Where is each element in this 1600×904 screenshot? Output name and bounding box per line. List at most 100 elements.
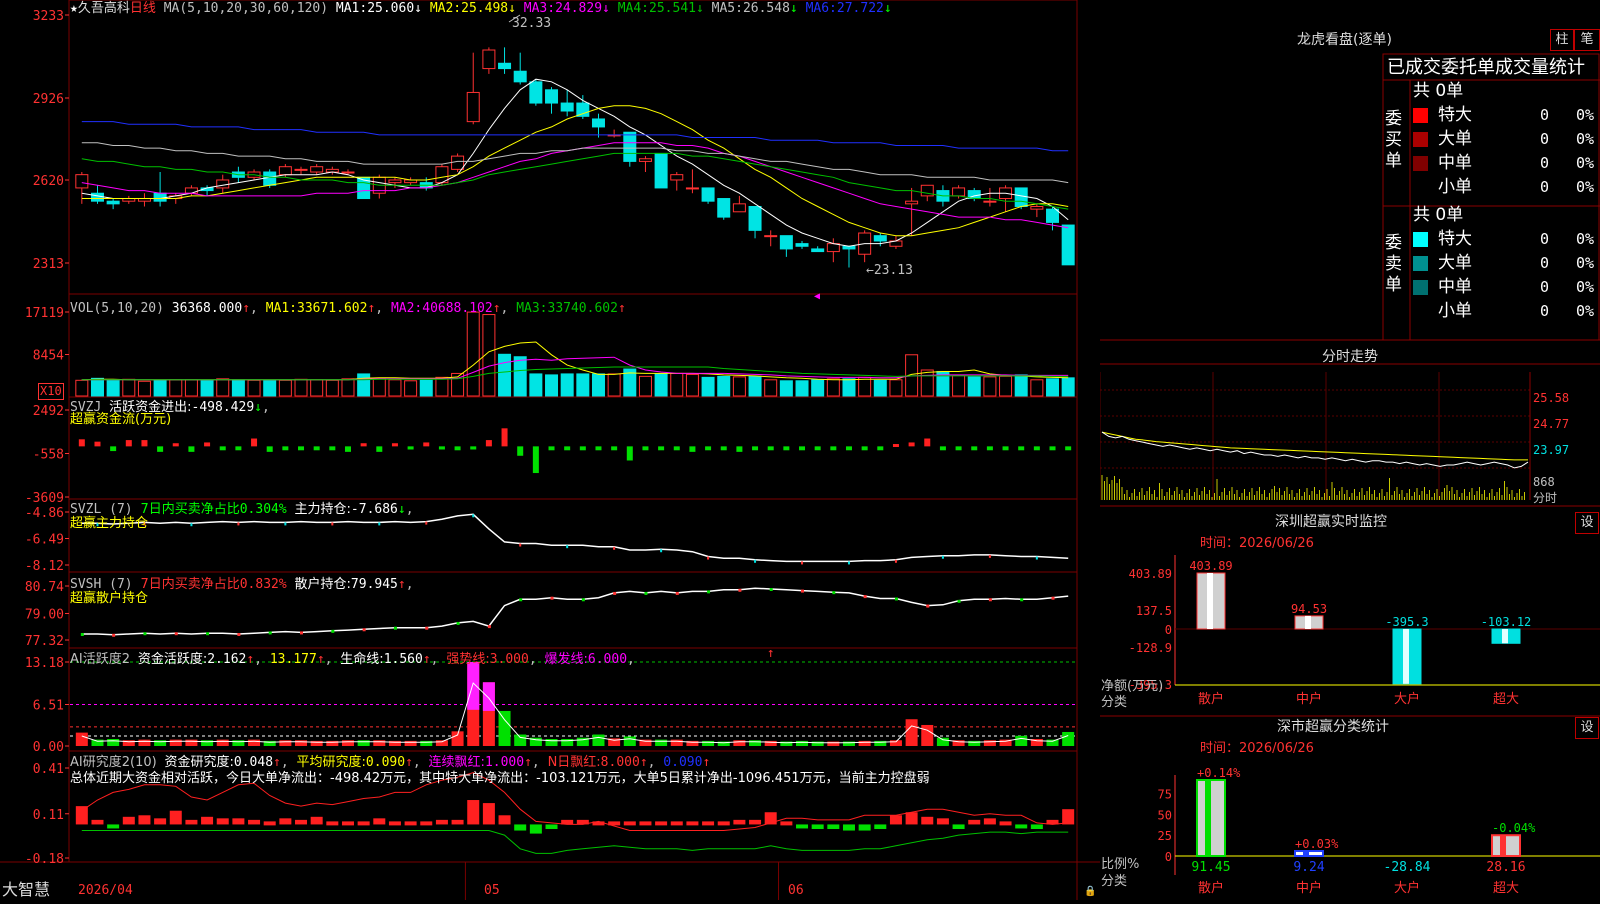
volume-bar — [294, 378, 308, 397]
svzl-tick — [284, 522, 287, 526]
candle-up — [638, 158, 652, 162]
ai2-label2: 平均研究度: — [296, 755, 366, 770]
svzj-outflow-bar — [470, 446, 477, 450]
period-label[interactable]: 日线 — [130, 1, 156, 16]
svzj-outflow-bar — [611, 446, 618, 451]
ai1-activity-bar — [905, 719, 918, 746]
candle-down — [263, 171, 277, 186]
ma-header: MA(5,10,20,30,60,120) — [163, 1, 329, 16]
ai2-green-bar — [1030, 824, 1043, 830]
ai2-red-bar — [889, 815, 902, 825]
buy-row-name-1: 大单 — [1438, 129, 1472, 149]
sell-row-num-0: 0 — [1540, 230, 1550, 248]
ai1-activity-bar — [279, 740, 292, 746]
ai2-red-bar — [295, 819, 308, 825]
svsh-tick — [112, 633, 116, 637]
ai1-activity-bar — [216, 739, 229, 746]
candle-down — [1061, 224, 1075, 266]
ai2-red-bar — [733, 819, 746, 825]
svsh-tick — [331, 629, 335, 633]
sell-row-num-3: 0 — [1540, 302, 1550, 320]
buy-row-pct-1: 0% — [1576, 130, 1595, 148]
tick-view-button[interactable]: 笔 — [1574, 29, 1600, 51]
svzj-outflow-bar — [752, 446, 759, 451]
svzj-outflow-bar — [454, 446, 461, 451]
buy-row-num-2: 0 — [1540, 154, 1550, 172]
ai1-activity-bar — [623, 736, 636, 746]
volume-bar — [310, 379, 324, 397]
volume-bar — [200, 380, 214, 397]
svzj-inflow-bar — [94, 441, 101, 447]
svzj-outflow-bar — [157, 446, 164, 452]
ai2-red-bar — [717, 821, 730, 826]
svzj-outflow-bar — [830, 446, 837, 451]
ai1-tick-0: 13.18 — [25, 656, 64, 671]
szcls-category-1: 中户 — [1296, 880, 1322, 896]
svsh-tick — [393, 626, 397, 630]
candle-up — [451, 155, 465, 170]
svsh-label: 7日内买卖净占比 — [140, 577, 240, 592]
svsh-tick-0: 80.74 — [25, 580, 64, 595]
szcls-value-label-0: 91.45 — [1191, 860, 1230, 875]
svzj-inflow-bar — [423, 442, 430, 447]
candle-up — [905, 200, 919, 205]
svzj-inflow-bar — [485, 440, 492, 447]
svsh-header: SVSH (7) 7日内买卖净占比0.832% 散户持仓:79.945↑, — [70, 577, 414, 592]
ma5-value: 26.548 — [742, 1, 790, 16]
svzj-outflow-bar — [658, 446, 665, 451]
svsh-tick — [456, 621, 460, 625]
candle-down — [795, 243, 809, 247]
svsh-tick — [1051, 596, 1055, 600]
svzl-tick — [847, 561, 850, 565]
volume-bar — [983, 376, 997, 397]
svzj-outflow-bar — [1018, 446, 1025, 451]
svzj-outflow-bar — [548, 446, 555, 451]
szrt-settings-button[interactable]: 设 — [1575, 512, 1599, 534]
buy-row-name-0: 特大 — [1438, 105, 1472, 125]
svzl-tick — [566, 545, 569, 549]
ai1-activity-bar — [514, 734, 527, 746]
vol-unit-button[interactable]: X10 — [38, 383, 64, 400]
svsh-tick — [926, 604, 930, 608]
ai2-v3: 1.000 — [484, 755, 525, 770]
svsh-tick — [769, 588, 773, 591]
svzj-outflow-bar — [579, 446, 586, 451]
svsh-tick — [550, 596, 554, 600]
szcls-settings-button[interactable]: 设 — [1575, 717, 1599, 739]
vol-tick-0: 17119 — [25, 306, 64, 321]
bar-view-button[interactable]: 柱 — [1550, 29, 1574, 51]
lock-icon[interactable]: 🔒 — [1084, 884, 1096, 899]
ai1-activity-bar — [435, 740, 448, 746]
ai1-activity-bar — [1015, 735, 1028, 746]
volume-bar — [732, 376, 746, 397]
ai2-red-bar — [169, 810, 182, 825]
buy-row-pct-2: 0% — [1576, 154, 1595, 172]
ai2-v4: 8.000 — [600, 755, 640, 770]
ai1-activity-bar — [75, 732, 88, 746]
svsh-tick — [268, 631, 272, 635]
szrt-time: 时间：2026/06/26 — [1200, 536, 1314, 551]
ai2-red-bar — [154, 818, 167, 825]
main-chart-area[interactable]: 3233 2926 2620 2313 32.33 ←23.13 ◀ 17119 8454 249… — [0, 0, 1100, 900]
svzl-tick — [519, 543, 522, 547]
brand-logo[interactable]: 大智慧 — [2, 880, 50, 900]
ai2-v2: 0.090 — [365, 755, 406, 770]
svzl-tick-1: -6.49 — [25, 533, 64, 548]
fenshi-vol-label: 分时 — [1533, 491, 1557, 505]
buy-row-pct-0: 0% — [1576, 106, 1595, 124]
ai2-red-bar — [310, 816, 323, 825]
ai2-red-bar — [357, 821, 370, 826]
svzj-outflow-bar — [939, 446, 946, 451]
svzj-tick-2: -3609 — [25, 491, 64, 506]
ai1-v5: 6.000 — [587, 652, 628, 667]
favorite-star-icon[interactable]: ★ — [70, 1, 78, 16]
ai1-activity-bar — [921, 724, 934, 746]
svsh-value: 79.945 — [350, 577, 398, 592]
svsh-title: SVSH (7) — [70, 577, 133, 592]
szcls-ylabel: 比例% — [1101, 857, 1140, 872]
volume-bar — [764, 379, 778, 397]
svzj-subtitle: 超赢资金流(万元) — [70, 412, 172, 427]
ai2-red-bar — [232, 818, 245, 825]
svzj-inflow-bar — [172, 443, 179, 447]
ai1-white-line — [81, 682, 1069, 744]
